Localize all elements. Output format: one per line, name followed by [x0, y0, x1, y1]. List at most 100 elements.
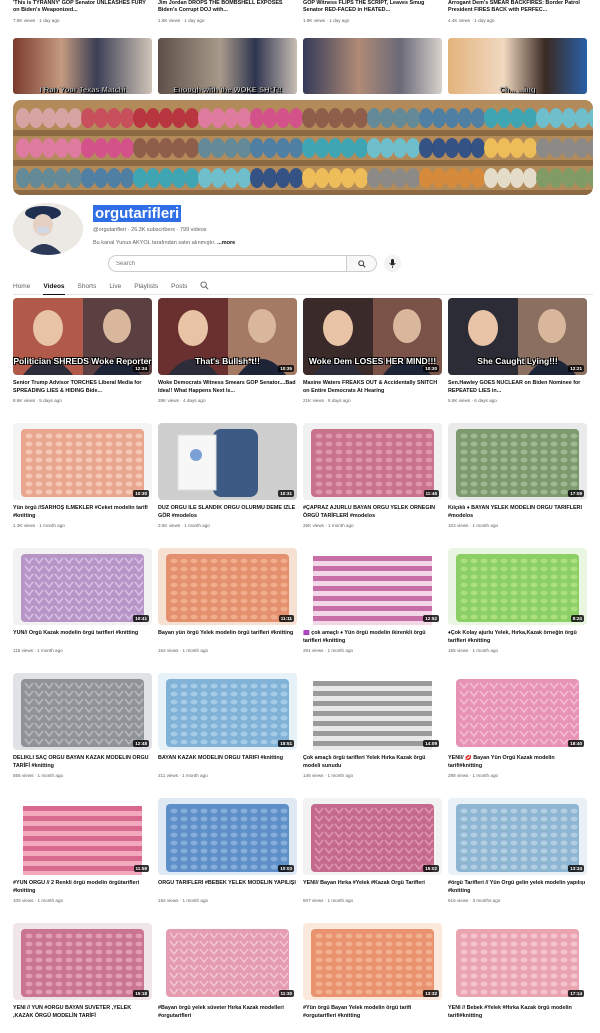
video-card[interactable]: 11:59 #YÜN ÖRGÜ // 2 Renkli örgü modelin … — [13, 798, 152, 923]
tab-search[interactable] — [200, 280, 209, 295]
video-thumbnail[interactable]: 13:34 — [448, 798, 587, 875]
video-title[interactable]: YENİ// 💋 Bayan Yün Örgü Kazak modelin ta… — [448, 755, 587, 770]
video-title[interactable]: Arrogant Dem's SMEAR BACKFIRES: Border P… — [448, 0, 587, 14]
video-title[interactable]: YENİ // YÜN #ÖRGÜ BAYAN SÜVETER ,YELEK ,… — [13, 1005, 152, 1020]
video-card[interactable]: 13:34 #örgü Tarifleri // Yün Örgü gelin y… — [448, 798, 587, 923]
more-link[interactable]: ...more — [217, 240, 235, 246]
video-card[interactable]: 12:48 DELİKLİ SAÇ ÖRGÜ BAYAN KAZAK MODELİ… — [13, 673, 152, 798]
video-title[interactable]: Jim Jordan DROPS THE BOMBSHELL EXPOSES B… — [158, 0, 297, 14]
search-button[interactable] — [347, 255, 377, 272]
video-card[interactable]: 10:31 DÜZ ÖRGÜ İLE SLANDIK ÖRGÜ OLURMU DE… — [158, 423, 297, 548]
video-thumbnail[interactable]: That's Bullsh*t!! 10:35 — [158, 298, 297, 375]
voice-search-button[interactable] — [384, 255, 401, 272]
video-thumbnail[interactable]: 10:03 — [158, 798, 297, 875]
tab-posts[interactable]: Posts — [171, 280, 187, 295]
video-card[interactable]: 17:09 Kılçıklı ♦ BAYAN YELEK MODELİN ÖRGÜ… — [448, 423, 587, 548]
video-card[interactable]: 15:02 YENİ// Bayan Hırka #Yelek #Kazak Ör… — [303, 798, 442, 923]
video-title[interactable]: 'This is TYRANNY' GOP Senator UNLEASHES … — [13, 0, 152, 14]
video-thumbnail[interactable] — [303, 38, 442, 94]
video-title[interactable]: Sen.Hawley GOES NUCLEAR on Biden Nominee… — [448, 380, 587, 395]
video-card[interactable]: 14:09 Çok amaçlı örgü tarifleri Yelek Hır… — [303, 673, 442, 798]
video-title[interactable]: #ÇAPRAZ AJURLU BAYAN ÖRGÜ YELEK ÖRNEĞİN … — [303, 505, 442, 520]
video-thumbnail[interactable]: 18:51 — [158, 673, 297, 750]
video-thumbnail[interactable]: 11:30 — [158, 923, 297, 1000]
video-title[interactable]: GOP Witness FLIPS THE SCRIPT, Leaves Smu… — [303, 0, 442, 14]
video-thumbnail[interactable]: 15:18 — [13, 923, 152, 1000]
top-video-card[interactable]: GOP Witness FLIPS THE SCRIPT, Leaves Smu… — [303, 0, 442, 24]
top-video-card[interactable]: Jim Jordan DROPS THE BOMBSHELL EXPOSES B… — [158, 0, 297, 24]
video-card[interactable]: 11:46 #ÇAPRAZ AJURLU BAYAN ÖRGÜ YELEK ÖRN… — [303, 423, 442, 548]
video-card[interactable]: 18:51 BAYAN KAZAK MODELİN ÖRGÜ TARİFİ #kn… — [158, 673, 297, 798]
video-thumbnail[interactable]: 11:46 — [303, 423, 442, 500]
video-title[interactable]: #Bayan örgü yelek süveter Hırka Kazak mo… — [158, 1005, 297, 1020]
video-thumbnail[interactable]: 8:24 — [448, 548, 587, 625]
video-card[interactable]: 11:11 Bayan yün örgü Yelek modelin örgü t… — [158, 548, 297, 673]
video-title[interactable]: Yün örgü //SARHOŞ İLMEKLER #Ceket modeli… — [13, 505, 152, 520]
video-thumbnail[interactable]: 10:41 — [13, 548, 152, 625]
video-thumbnail[interactable]: I Run Your Texas Matchi — [13, 38, 152, 94]
video-thumbnail[interactable]: 12:48 — [13, 673, 152, 750]
video-thumbnail[interactable]: 12:52 — [303, 548, 442, 625]
video-card[interactable]: 10:30 Yün örgü //SARHOŞ İLMEKLER #Ceket m… — [13, 423, 152, 548]
video-thumbnail[interactable]: Woke Dem LOSES HER MIND!!! 10:30 — [303, 298, 442, 375]
video-card[interactable]: Woke Dem LOSES HER MIND!!! 10:30 Maxine Wa… — [303, 298, 442, 423]
video-card[interactable]: 8:24 ♦Çok Kolay ajurlu Yelek, Hırka,Kazak… — [448, 548, 587, 673]
video-thumbnail[interactable]: 15:02 — [303, 798, 442, 875]
search-input[interactable] — [108, 255, 347, 272]
video-row: 11:59 #YÜN ÖRGÜ // 2 Renkli örgü modelin … — [13, 798, 593, 923]
channel-description[interactable]: Bu kanal Yunus AKYOL tarafından satın al… — [93, 240, 235, 246]
video-title[interactable]: ♦Çok Kolay ajurlu Yelek, Hırka,Kazak örn… — [448, 630, 587, 645]
video-title[interactable]: Woke Democrats Witness Smears GOP Senato… — [158, 380, 297, 395]
video-title[interactable]: YENİ // Bebek #Yelek #Hırka Kazak örgü m… — [448, 1005, 587, 1020]
video-card[interactable]: 10:03 ÖRGÜ TARİFLERİ #BEBEK YELEK MODELİN… — [158, 798, 297, 923]
video-thumbnail[interactable]: 14:09 — [303, 673, 442, 750]
video-card[interactable]: 15:18 YENİ // YÜN #ÖRGÜ BAYAN SÜVETER ,YE… — [13, 923, 152, 1033]
duration-badge: 18:40 — [568, 740, 584, 747]
video-title[interactable]: YÜN// Örgü Kazak modelin örgü tarifleri … — [13, 630, 152, 645]
video-title[interactable]: #örgü Tarifleri // Yün Örgü gelin yelek … — [448, 880, 587, 895]
video-title[interactable]: Bayan yün örgü Yelek modelin örgü tarifl… — [158, 630, 297, 645]
video-thumbnail[interactable]: 10:31 — [158, 423, 297, 500]
video-title[interactable]: DELİKLİ SAÇ ÖRGÜ BAYAN KAZAK MODELİN ÖRG… — [13, 755, 152, 770]
video-card[interactable]: 11:30 #Bayan örgü yelek süveter Hırka Kaz… — [158, 923, 297, 1033]
video-thumbnail[interactable]: 13:32 — [303, 923, 442, 1000]
video-title[interactable]: #YÜN ÖRGÜ // 2 Renkli örgü modelin örgüt… — [13, 880, 152, 895]
video-thumbnail[interactable]: 17:09 — [448, 423, 587, 500]
video-thumbnail[interactable]: 10:30 — [13, 423, 152, 500]
video-title[interactable]: BAYAN KAZAK MODELİN ÖRGÜ TARİFİ #knittin… — [158, 755, 297, 770]
video-card[interactable]: 12:52 🟪 çok amaçlı ♦ Yün örgü modelin iki… — [303, 548, 442, 673]
top-video-card[interactable]: Arrogant Dem's SMEAR BACKFIRES: Border P… — [448, 0, 587, 24]
video-card[interactable]: 10:41 YÜN// Örgü Kazak modelin örgü tarif… — [13, 548, 152, 673]
video-title[interactable]: Çok amaçlı örgü tarifleri Yelek Hırka Ka… — [303, 755, 442, 770]
video-card[interactable]: 18:40 YENİ// 💋 Bayan Yün Örgü Kazak model… — [448, 673, 587, 798]
video-title[interactable]: DÜZ ÖRGÜ İLE SLANDIK ÖRGÜ OLURMU DEME İZ… — [158, 505, 297, 520]
video-thumbnail[interactable]: Ch... ...ing — [448, 38, 587, 94]
video-title[interactable]: Senior Trump Advisor TORCHES Liberal Med… — [13, 380, 152, 395]
tab-home[interactable]: Home — [13, 280, 30, 295]
tab-videos[interactable]: Videos — [43, 280, 65, 295]
video-card[interactable]: 17:14 YENİ // Bebek #Yelek #Hırka Kazak ö… — [448, 923, 587, 1033]
video-title[interactable]: ÖRGÜ TARİFLERİ #BEBEK YELEK MODELİN YAPI… — [158, 880, 297, 895]
video-title[interactable]: #Yün örgü Bayan Yelek modelin örgü tarif… — [303, 1005, 442, 1020]
video-thumbnail[interactable]: 17:14 — [448, 923, 587, 1000]
video-card[interactable]: 13:32 #Yün örgü Bayan Yelek modelin örgü … — [303, 923, 442, 1033]
tab-live[interactable]: Live — [109, 280, 121, 295]
duration-badge: 11:11 — [278, 615, 294, 622]
tab-shorts[interactable]: Shorts — [78, 280, 97, 295]
top-video-card[interactable]: 'This is TYRANNY' GOP Senator UNLEASHES … — [13, 0, 152, 24]
video-thumbnail[interactable]: Enough with the WOKE SH*T!! — [158, 38, 297, 94]
video-title[interactable]: Maxine Waters FREAKS OUT & Accidentally … — [303, 380, 442, 395]
video-title[interactable]: Kılçıklı ♦ BAYAN YELEK MODELİN ÖRGÜ TARİ… — [448, 505, 587, 520]
channel-avatar[interactable] — [13, 203, 83, 255]
video-thumbnail[interactable]: 18:40 — [448, 673, 587, 750]
video-thumbnail[interactable]: 11:59 — [13, 798, 152, 875]
video-thumbnail[interactable]: She Caught Lying!!! 12:21 — [448, 298, 587, 375]
video-card[interactable]: She Caught Lying!!! 12:21 Sen.Hawley GOES … — [448, 298, 587, 423]
video-card[interactable]: That's Bullsh*t!! 10:35 Woke Democrats Wit… — [158, 298, 297, 423]
tab-playlists[interactable]: Playlists — [134, 280, 158, 295]
video-thumbnail[interactable]: Politician SHREDS Woke Reporter 12:34 — [13, 298, 152, 375]
video-title[interactable]: 🟪 çok amaçlı ♦ Yün örgü modelin ikirenkl… — [303, 630, 442, 645]
video-card[interactable]: Politician SHREDS Woke Reporter 12:34 Seni… — [13, 298, 152, 423]
video-title[interactable]: YENİ// Bayan Hırka #Yelek #Kazak Örgü Ta… — [303, 880, 442, 895]
video-thumbnail[interactable]: 11:11 — [158, 548, 297, 625]
